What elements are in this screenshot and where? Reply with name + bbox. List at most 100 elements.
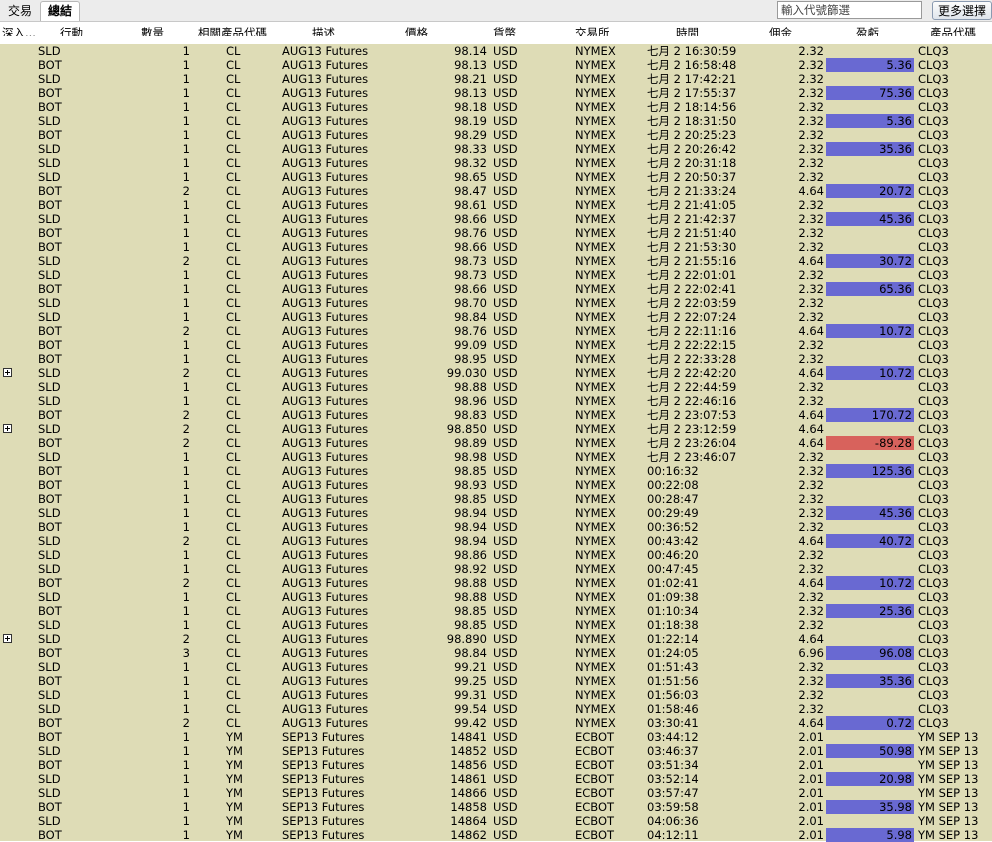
table-row[interactable]: SLD 1 YM SEP13 Futures 14861 USD ECBOT 03:52:14… xyxy=(0,772,992,786)
table-row[interactable]: BOT 1 CL AUG13 Futures 98.95 USD NYMEX 七月 2 22:… xyxy=(0,352,992,366)
expand-plus-icon[interactable] xyxy=(3,634,12,643)
table-row[interactable]: BOT 1 CL AUG13 Futures 98.94 USD NYMEX 00:36:52… xyxy=(0,520,992,534)
price-cell: 98.88 xyxy=(454,590,487,604)
table-row[interactable]: BOT 1 CL AUG13 Futures 98.61 USD NYMEX 七月 2 21:… xyxy=(0,198,992,212)
column-header-price[interactable]: 價格 xyxy=(405,22,435,36)
expand-plus-icon[interactable] xyxy=(3,424,12,433)
table-row[interactable]: SLD 1 YM SEP13 Futures 14866 USD ECBOT 03:57:47… xyxy=(0,786,992,800)
column-header-contract-code[interactable]: 產品代碼 xyxy=(930,22,992,36)
table-row[interactable]: SLD 1 CL AUG13 Futures 98.88 USD NYMEX 七月 2 22:… xyxy=(0,380,992,394)
table-row[interactable]: SLD 1 CL AUG13 Futures 98.65 USD NYMEX 七月 2 20:… xyxy=(0,170,992,184)
table-row[interactable]: BOT 1 YM SEP13 Futures 14841 USD ECBOT 03:44:12… xyxy=(0,730,992,744)
expand-plus-icon[interactable] xyxy=(3,368,12,377)
column-header-time[interactable]: 時間 xyxy=(676,22,716,36)
table-row[interactable]: BOT 2 CL AUG13 Futures 99.42 USD NYMEX 03:30:41… xyxy=(0,716,992,730)
table-row[interactable]: BOT 1 CL AUG13 Futures 98.66 USD NYMEX 七月 2 21:… xyxy=(0,240,992,254)
pnl-cell xyxy=(826,240,914,254)
pnl-cell xyxy=(826,100,914,114)
column-header-description[interactable]: 描述 xyxy=(312,22,352,36)
table-row[interactable]: BOT 1 CL AUG13 Futures 98.18 USD NYMEX 七月 2 18:… xyxy=(0,100,992,114)
tab-trades[interactable]: 交易 xyxy=(4,2,36,21)
commission-cell: 2.32 xyxy=(798,100,824,114)
table-row[interactable]: SLD 1 CL AUG13 Futures 98.96 USD NYMEX 七月 2 22:… xyxy=(0,394,992,408)
drill-cell xyxy=(0,786,36,800)
table-row[interactable]: BOT 1 CL AUG13 Futures 98.13 USD NYMEX 七月 2 17:… xyxy=(0,86,992,100)
table-row[interactable]: SLD 1 CL AUG13 Futures 98.86 USD NYMEX 00:46:20… xyxy=(0,548,992,562)
table-row[interactable]: BOT 1 YM SEP13 Futures 14858 USD ECBOT 03:59:58… xyxy=(0,800,992,814)
table-row[interactable]: BOT 1 CL AUG13 Futures 99.09 USD NYMEX 七月 2 22:… xyxy=(0,338,992,352)
price-cell: 98.65 xyxy=(454,170,487,184)
table-row[interactable]: SLD 1 CL AUG13 Futures 98.98 USD NYMEX 七月 2 23:… xyxy=(0,450,992,464)
table-row[interactable]: SLD 2 CL AUG13 Futures 98.890 USD NYMEX 01:22:1… xyxy=(0,632,992,646)
table-row[interactable]: SLD 1 CL AUG13 Futures 98.14 USD NYMEX 七月 2 16:… xyxy=(0,44,992,58)
table-row[interactable]: BOT 2 CL AUG13 Futures 98.88 USD NYMEX 01:02:41… xyxy=(0,576,992,590)
table-row[interactable]: SLD 1 CL AUG13 Futures 98.32 USD NYMEX 七月 2 20:… xyxy=(0,156,992,170)
column-header-quantity[interactable]: 數量 xyxy=(100,22,164,36)
table-row[interactable]: BOT 1 YM SEP13 Futures 14862 USD ECBOT 04:12:11… xyxy=(0,828,992,842)
table-row[interactable]: SLD 1 CL AUG13 Futures 98.85 USD NYMEX 01:18:38… xyxy=(0,618,992,632)
table-row[interactable]: SLD 2 CL AUG13 Futures 98.73 USD NYMEX 七月 2 21:… xyxy=(0,254,992,268)
symbol-cell: CL xyxy=(226,478,241,492)
table-row[interactable]: BOT 1 CL AUG13 Futures 98.93 USD NYMEX 00:22:08… xyxy=(0,478,992,492)
table-row[interactable]: BOT 1 CL AUG13 Futures 98.29 USD NYMEX 七月 2 20:… xyxy=(0,128,992,142)
pnl-cell xyxy=(826,268,914,282)
price-cell: 98.85 xyxy=(454,492,487,506)
table-row[interactable]: BOT 1 CL AUG13 Futures 98.66 USD NYMEX 七月 2 22:… xyxy=(0,282,992,296)
symbol-filter-input[interactable] xyxy=(777,1,922,19)
table-row[interactable]: BOT 1 YM SEP13 Futures 14856 USD ECBOT 03:51:34… xyxy=(0,758,992,772)
column-header-currency[interactable]: 貨幣 xyxy=(493,22,523,36)
column-header-exchange[interactable]: 交易所 xyxy=(575,22,625,36)
table-row[interactable]: SLD 2 CL AUG13 Futures 98.94 USD NYMEX 00:43:42… xyxy=(0,534,992,548)
table-row[interactable]: SLD 2 CL AUG13 Futures 98.850 USD NYMEX 七月 2 23… xyxy=(0,422,992,436)
table-row[interactable]: SLD 1 CL AUG13 Futures 98.19 USD NYMEX 七月 2 18:… xyxy=(0,114,992,128)
drill-cell xyxy=(0,310,36,324)
drill-cell xyxy=(0,744,36,758)
table-row[interactable]: SLD 1 CL AUG13 Futures 98.94 USD NYMEX 00:29:49… xyxy=(0,506,992,520)
time-cell: 03:30:41 xyxy=(647,716,699,730)
table-row[interactable]: SLD 2 CL AUG13 Futures 99.030 USD NYMEX 七月 2 22… xyxy=(0,366,992,380)
time-cell: 七月 2 18:14:56 xyxy=(647,100,737,114)
table-row[interactable]: BOT 2 CL AUG13 Futures 98.76 USD NYMEX 七月 2 22:… xyxy=(0,324,992,338)
price-cell: 98.86 xyxy=(454,548,487,562)
table-row[interactable]: BOT 1 CL AUG13 Futures 98.85 USD NYMEX 00:16:32… xyxy=(0,464,992,478)
tab-summary[interactable]: 總結 xyxy=(40,1,80,22)
table-row[interactable]: BOT 1 CL AUG13 Futures 98.85 USD NYMEX 01:10:34… xyxy=(0,604,992,618)
table-row[interactable]: SLD 1 CL AUG13 Futures 98.88 USD NYMEX 01:09:38… xyxy=(0,590,992,604)
table-row[interactable]: BOT 2 CL AUG13 Futures 98.89 USD NYMEX 七月 2 23:… xyxy=(0,436,992,450)
table-row[interactable]: SLD 1 CL AUG13 Futures 99.31 USD NYMEX 01:56:03… xyxy=(0,688,992,702)
quantity-cell: 1 xyxy=(182,604,190,618)
exchange-cell: ECBOT xyxy=(575,828,615,842)
price-cell: 98.66 xyxy=(454,240,487,254)
symbol-cell: CL xyxy=(226,226,241,240)
table-row[interactable]: SLD 1 CL AUG13 Futures 98.92 USD NYMEX 00:47:45… xyxy=(0,562,992,576)
column-header-commission[interactable]: 佣金 xyxy=(769,22,809,36)
table-row[interactable]: SLD 1 CL AUG13 Futures 99.21 USD NYMEX 01:51:43… xyxy=(0,660,992,674)
price-cell: 98.76 xyxy=(454,226,487,240)
table-row[interactable]: SLD 1 CL AUG13 Futures 99.54 USD NYMEX 01:58:46… xyxy=(0,702,992,716)
table-row[interactable]: SLD 1 YM SEP13 Futures 14852 USD ECBOT 03:46:37… xyxy=(0,744,992,758)
column-header-drill[interactable]: 深入... xyxy=(2,22,42,36)
column-header-action[interactable]: 行動 xyxy=(60,22,100,36)
action-cell: SLD xyxy=(38,422,61,436)
column-header-pnl[interactable]: 盈虧 xyxy=(856,22,896,36)
table-row[interactable]: SLD 1 CL AUG13 Futures 98.21 USD NYMEX 七月 2 17:… xyxy=(0,72,992,86)
table-row[interactable]: BOT 2 CL AUG13 Futures 98.47 USD NYMEX 七月 2 21:… xyxy=(0,184,992,198)
table-row[interactable]: BOT 1 CL AUG13 Futures 98.76 USD NYMEX 七月 2 21:… xyxy=(0,226,992,240)
exchange-cell: NYMEX xyxy=(575,450,616,464)
table-row[interactable]: SLD 1 CL AUG13 Futures 98.33 USD NYMEX 七月 2 20:… xyxy=(0,142,992,156)
table-row[interactable]: BOT 2 CL AUG13 Futures 98.83 USD NYMEX 七月 2 23:… xyxy=(0,408,992,422)
table-row[interactable]: SLD 1 CL AUG13 Futures 98.66 USD NYMEX 七月 2 21:… xyxy=(0,212,992,226)
commission-cell: 2.32 xyxy=(798,352,824,366)
contract-code-cell: CLQ3 xyxy=(918,156,949,170)
column-header-symbol[interactable]: 相關產品代碼 xyxy=(198,22,272,36)
table-row[interactable]: BOT 3 CL AUG13 Futures 98.84 USD NYMEX 01:24:05… xyxy=(0,646,992,660)
table-row[interactable]: BOT 1 CL AUG13 Futures 98.13 USD NYMEX 七月 2 16:… xyxy=(0,58,992,72)
table-row[interactable]: SLD 1 YM SEP13 Futures 14864 USD ECBOT 04:06:36… xyxy=(0,814,992,828)
table-row[interactable]: SLD 1 CL AUG13 Futures 98.70 USD NYMEX 七月 2 22:… xyxy=(0,296,992,310)
table-row[interactable]: BOT 1 CL AUG13 Futures 99.25 USD NYMEX 01:51:56… xyxy=(0,674,992,688)
table-row[interactable]: SLD 1 CL AUG13 Futures 98.84 USD NYMEX 七月 2 22:… xyxy=(0,310,992,324)
more-options-button[interactable]: 更多選擇 xyxy=(932,1,992,20)
table-row[interactable]: SLD 1 CL AUG13 Futures 98.73 USD NYMEX 七月 2 22:… xyxy=(0,268,992,282)
table-row[interactable]: BOT 1 CL AUG13 Futures 98.85 USD NYMEX 00:28:47… xyxy=(0,492,992,506)
description-cell: AUG13 Futures xyxy=(282,716,369,730)
